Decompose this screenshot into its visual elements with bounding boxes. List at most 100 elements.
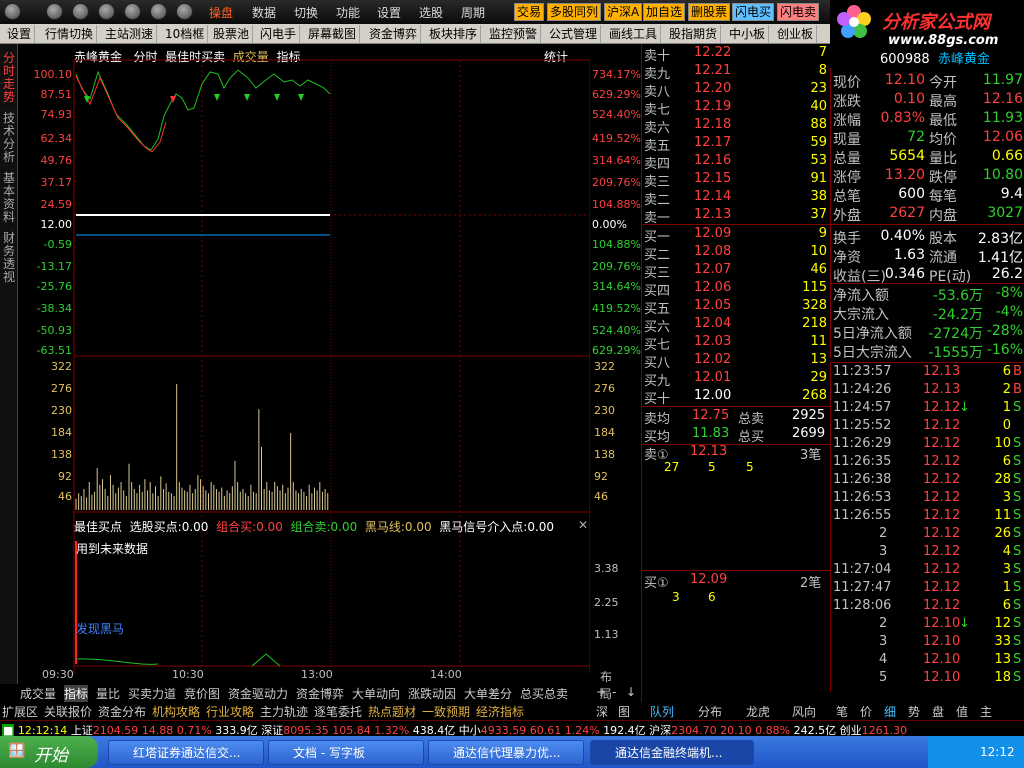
menu-settings[interactable]: 设置 <box>377 4 401 21</box>
refresh-icon[interactable] <box>124 3 141 20</box>
app-icon[interactable] <box>4 3 21 20</box>
tick-tab[interactable]: 细 <box>884 703 896 720</box>
flash-sell-button[interactable]: 闪电卖 <box>777 3 820 21</box>
extension-tab[interactable]: 主力轨迹 <box>260 703 308 720</box>
tick-tab[interactable]: 势 <box>908 703 920 720</box>
down-arrow-icon[interactable]: ↓ <box>626 685 636 699</box>
buy-level-row[interactable]: 买六 12.04 218 <box>644 316 829 335</box>
tb-sme-board[interactable]: 中小板 <box>726 25 770 43</box>
forward-icon[interactable] <box>72 3 89 20</box>
sell-level-row[interactable]: 卖一 12.13 37 <box>644 207 829 226</box>
menu-trade[interactable]: 操盘 <box>209 4 233 21</box>
tb-sector-sort[interactable]: 板块排序 <box>426 25 482 43</box>
menu-data[interactable]: 数据 <box>252 4 276 21</box>
extension-tab[interactable]: 关联报价 <box>44 703 92 720</box>
sell-level-row[interactable]: 卖三 12.15 91 <box>644 171 829 190</box>
sell-level-row[interactable]: 卖十 12.22 7 <box>644 45 829 64</box>
tb-screenshot[interactable]: 屏幕截图 <box>305 25 361 43</box>
tb-settings[interactable]: 设置 <box>4 25 36 43</box>
extension-tab[interactable]: 热点题材 <box>368 703 416 720</box>
multi-stock-button[interactable]: 多股同列 <box>547 3 602 21</box>
extension-tab[interactable]: 机构攻略 <box>152 703 200 720</box>
tb-monitor[interactable]: 监控预警 <box>486 25 542 43</box>
book-tab[interactable]: 分布 <box>698 703 722 720</box>
sell-level-row[interactable]: 卖四 12.16 53 <box>644 153 829 172</box>
tab-fundamental[interactable]: 基本资料 <box>2 172 16 224</box>
tb-index-futures[interactable]: 股指期货 <box>666 25 722 43</box>
extension-tab[interactable]: 资金分布 <box>98 703 146 720</box>
taskbar-app-wordpad[interactable]: 文档 - 写字板 <box>268 740 424 765</box>
indicator-tab[interactable]: 买卖力道 <box>128 685 176 702</box>
indicator-tab[interactable]: 大单动向 <box>352 685 400 702</box>
indicator-tab[interactable]: 资金驱动力 <box>228 685 288 702</box>
tb-fund-game[interactable]: 资金博弈 <box>366 25 422 43</box>
book-tab[interactable]: 图 <box>618 703 630 720</box>
tab-technical[interactable]: 技术分析 <box>2 112 16 164</box>
book-tab[interactable]: 队列 <box>650 703 674 720</box>
sell-level-row[interactable]: 卖七 12.19 40 <box>644 99 829 118</box>
zoom-in-icon[interactable]: + <box>596 685 606 699</box>
back-icon[interactable] <box>46 3 63 20</box>
buy-level-row[interactable]: 买四 12.06 115 <box>644 280 829 299</box>
tick-tab[interactable]: 值 <box>956 703 968 720</box>
buy-level-row[interactable]: 买八 12.02 13 <box>644 352 829 371</box>
buy-level-row[interactable]: 买十 12.00 268 <box>644 388 829 407</box>
book-tab[interactable]: 深 <box>596 703 608 720</box>
menu-select-stock[interactable]: 选股 <box>419 4 443 21</box>
taskbar-app-hongta[interactable]: 红塔证券通达信交... <box>108 740 264 765</box>
indicator-tab[interactable]: 总买总卖 <box>520 685 568 702</box>
extension-tab[interactable]: 逐笔委托 <box>314 703 362 720</box>
tb-gem-board[interactable]: 创业板 <box>774 25 818 43</box>
menu-function[interactable]: 功能 <box>336 4 360 21</box>
indicator-tab[interactable]: 成交量 <box>20 685 56 702</box>
indicator-tab[interactable]: 指标 <box>64 685 89 702</box>
indicator-tab[interactable]: 大单差分 <box>464 685 512 702</box>
close-indicator-icon[interactable]: ✕ <box>578 518 588 532</box>
help-icon[interactable] <box>150 3 167 20</box>
settings-icon[interactable] <box>176 3 193 20</box>
tb-flash-hand[interactable]: 闪电手 <box>257 25 301 43</box>
buy-level-row[interactable]: 买七 12.03 11 <box>644 334 829 353</box>
add-watchlist-button[interactable]: 加自选 <box>643 3 686 21</box>
trade-button[interactable]: 交易 <box>514 3 545 21</box>
buy-level-row[interactable]: 买九 12.01 29 <box>644 370 829 389</box>
tb-10-level[interactable]: 10档框 <box>162 25 209 43</box>
taskbar-app-terminal[interactable]: 通达信金融终端机... <box>590 740 754 765</box>
buy-level-row[interactable]: 买二 12.08 10 <box>644 244 829 263</box>
menu-switch[interactable]: 切换 <box>294 4 318 21</box>
menu-period[interactable]: 周期 <box>461 4 485 21</box>
tb-formula[interactable]: 公式管理 <box>546 25 602 43</box>
indicator-tab[interactable]: 涨跌动因 <box>408 685 456 702</box>
tb-quote-switch[interactable]: 行情切换 <box>42 25 98 43</box>
taskbar-app-proxy[interactable]: 通达信代理暴力优... <box>428 740 584 765</box>
delete-stock-button[interactable]: 删股票 <box>688 3 731 21</box>
extension-tab[interactable]: 经济指标 <box>476 703 524 720</box>
flash-buy-button[interactable]: 闪电买 <box>732 3 775 21</box>
indicator-tab[interactable]: 量比 <box>96 685 120 702</box>
tb-stock-pool[interactable]: 股票池 <box>210 25 254 43</box>
extension-tab[interactable]: 一致预期 <box>422 703 470 720</box>
book-tab[interactable]: 风向 <box>792 703 816 720</box>
tab-financial[interactable]: 财务透视 <box>2 232 16 284</box>
buy-level-row[interactable]: 买五 12.05 328 <box>644 298 829 317</box>
shsz-a-button[interactable]: 沪深A <box>604 3 643 21</box>
indicator-tab[interactable]: 资金博弈 <box>296 685 344 702</box>
extension-tab[interactable]: 行业攻略 <box>206 703 254 720</box>
buy-level-row[interactable]: 买一 12.09 9 <box>644 226 829 245</box>
indicator-tab[interactable]: 竞价图 <box>184 685 220 702</box>
tick-tab[interactable]: 笔 <box>836 703 848 720</box>
sell-level-row[interactable]: 卖八 12.20 23 <box>644 81 829 100</box>
book-tab[interactable]: 龙虎 <box>746 703 770 720</box>
tick-tab[interactable]: 主 <box>980 703 992 720</box>
extension-tab[interactable]: 扩展区 <box>2 703 38 720</box>
sell-level-row[interactable]: 卖九 12.21 8 <box>644 63 829 82</box>
sell-level-row[interactable]: 卖六 12.18 88 <box>644 117 829 136</box>
zoom-out-icon[interactable]: - <box>612 685 616 699</box>
buy-level-row[interactable]: 买三 12.07 46 <box>644 262 829 281</box>
tick-tab[interactable]: 价 <box>860 703 872 720</box>
home-icon[interactable] <box>98 3 115 20</box>
tab-intraday[interactable]: 分时走势 <box>2 52 16 104</box>
sell-level-row[interactable]: 卖二 12.14 38 <box>644 189 829 208</box>
tb-speed-test[interactable]: 主站测速 <box>102 25 158 43</box>
tick-tab[interactable]: 盘 <box>932 703 944 720</box>
